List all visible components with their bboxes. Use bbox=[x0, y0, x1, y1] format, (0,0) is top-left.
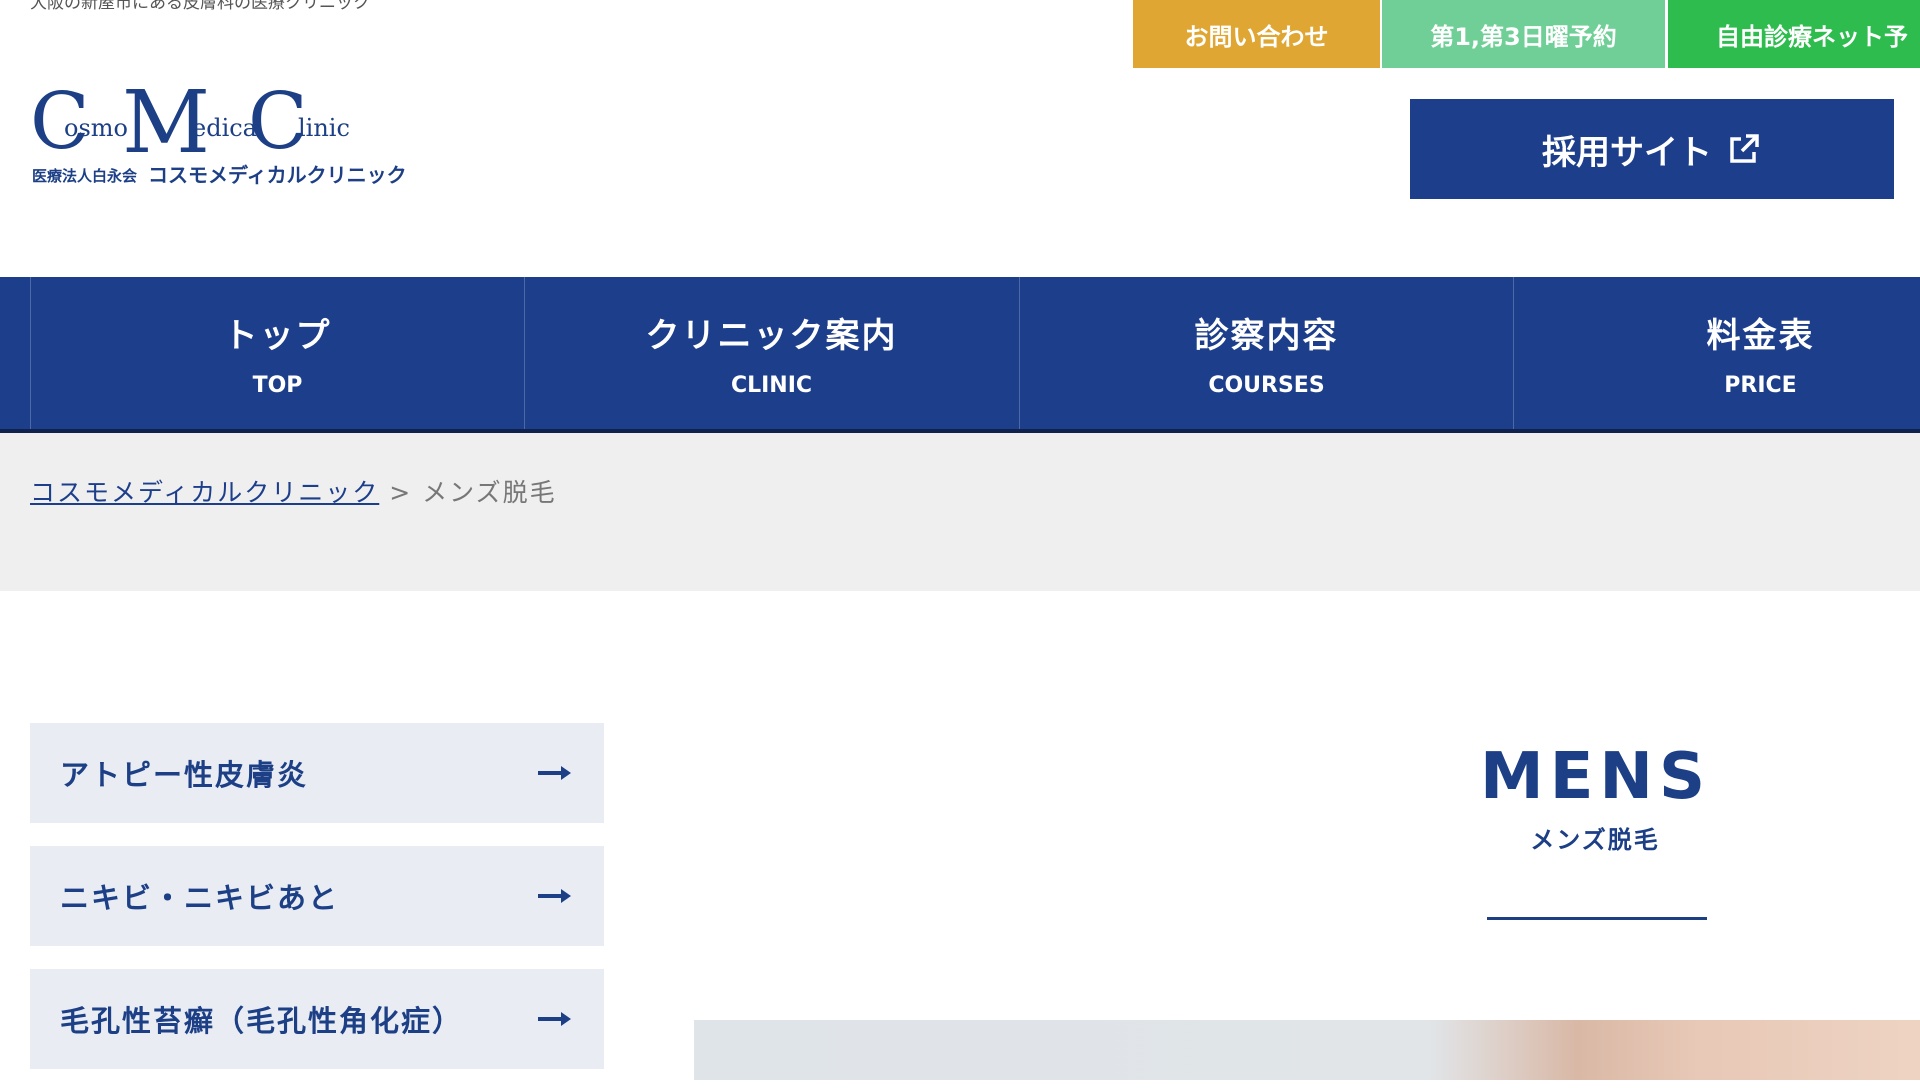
sidebar-item-label: ニキビ・ニキビあと bbox=[60, 881, 340, 915]
online-reservation-button[interactable]: 自由診療ネット予 bbox=[1668, 0, 1920, 68]
clinic-logo[interactable]: C osmo M edica C linic 医療法人白永会 コスモメディカルク… bbox=[30, 73, 410, 198]
sidebar-item-label: アトピー性皮膚炎 bbox=[60, 758, 309, 792]
sidebar-item-keratosis[interactable]: 毛孔性苔癬（毛孔性角化症） bbox=[30, 969, 604, 1069]
recruit-site-button[interactable]: 採用サイト bbox=[1410, 99, 1894, 199]
sidebar-item-acne[interactable]: ニキビ・ニキビあと bbox=[30, 846, 604, 946]
svg-text:医療法人白永会: 医療法人白永会 bbox=[32, 167, 137, 185]
breadcrumb: コスモメディカルクリニック > メンズ脱毛 bbox=[30, 473, 557, 509]
nav-label-en: TOP bbox=[252, 373, 303, 398]
logo-mark: C osmo M edica C linic 医療法人白永会 コスモメディカルク… bbox=[30, 73, 407, 187]
nav-label-en: COURSES bbox=[1208, 373, 1325, 398]
nav-label-en: PRICE bbox=[1724, 373, 1797, 398]
svg-text:linic: linic bbox=[298, 114, 350, 142]
breadcrumb-separator: > bbox=[379, 478, 423, 507]
breadcrumb-current: メンズ脱毛 bbox=[422, 478, 557, 507]
page-title: MENS bbox=[1480, 740, 1712, 814]
arrow-right-icon bbox=[538, 766, 571, 780]
nav-item-courses[interactable]: 診察内容 COURSES bbox=[1019, 277, 1513, 429]
breadcrumb-home-link[interactable]: コスモメディカルクリニック bbox=[30, 478, 379, 507]
nav-label-jp: クリニック案内 bbox=[645, 316, 898, 356]
nav-label-en: CLINIC bbox=[730, 373, 813, 398]
page-subtitle: メンズ脱毛 bbox=[1530, 826, 1660, 854]
title-underline bbox=[1487, 917, 1707, 920]
site-tagline: 大阪の新屋市にある皮膚科の医療クリニック bbox=[30, 0, 370, 13]
sidebar-item-label: 毛孔性苔癬（毛孔性角化症） bbox=[60, 1004, 464, 1038]
nav-item-price[interactable]: 料金表 PRICE bbox=[1513, 277, 1920, 429]
arrow-right-icon bbox=[538, 1012, 571, 1026]
contact-button[interactable]: お問い合わせ bbox=[1133, 0, 1380, 68]
external-link-icon bbox=[1730, 134, 1759, 163]
breadcrumb-bar: コスモメディカルクリニック > メンズ脱毛 bbox=[0, 433, 1920, 591]
svg-text:osmo: osmo bbox=[64, 114, 128, 142]
nav-label-jp: 料金表 bbox=[1706, 316, 1815, 356]
nav-label-jp: トップ bbox=[223, 316, 332, 356]
nav-item-top[interactable]: トップ TOP bbox=[30, 277, 524, 429]
recruit-site-label: 採用サイト bbox=[1542, 132, 1712, 173]
sidebar-item-atopy[interactable]: アトピー性皮膚炎 bbox=[30, 723, 604, 823]
global-nav: トップ TOP クリニック案内 CLINIC 診察内容 COURSES 料金表 … bbox=[0, 277, 1920, 433]
sunday-reservation-button[interactable]: 第1,第3日曜予約 bbox=[1382, 0, 1665, 68]
arrow-right-icon bbox=[538, 889, 571, 903]
hero-image bbox=[694, 1020, 1920, 1080]
nav-item-clinic[interactable]: クリニック案内 CLINIC bbox=[524, 277, 1018, 429]
svg-text:コスモメディカルクリニック: コスモメディカルクリニック bbox=[148, 163, 407, 187]
sidebar-menu: アトピー性皮膚炎 ニキビ・ニキビあと 毛孔性苔癬（毛孔性角化症） bbox=[30, 723, 604, 1092]
nav-label-jp: 診察内容 bbox=[1194, 316, 1339, 356]
